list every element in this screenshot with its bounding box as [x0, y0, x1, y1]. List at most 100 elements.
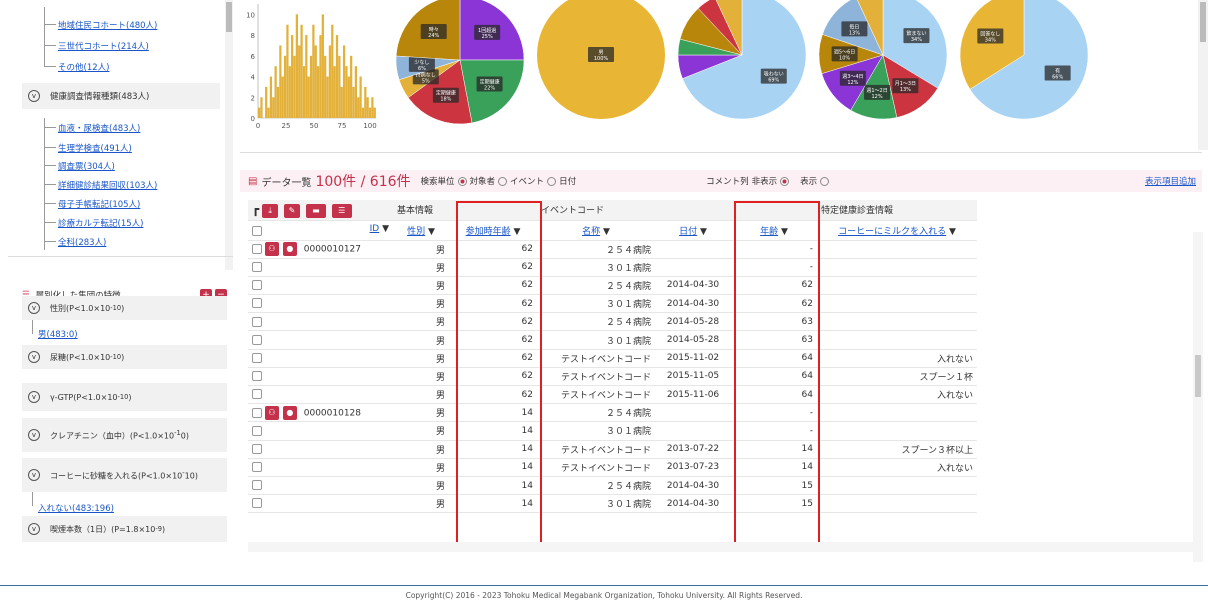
- chevron-down-icon[interactable]: v: [28, 351, 40, 363]
- list-icon[interactable]: ☰: [331, 203, 352, 218]
- tree-item[interactable]: 地域住民コホート(480人): [58, 19, 157, 31]
- pie-value-label: 12%: [847, 80, 858, 86]
- collapse-icon[interactable]: ▬: [305, 203, 326, 218]
- col-header-id[interactable]: ID ▼: [248, 220, 393, 241]
- row-checkbox[interactable]: [252, 316, 262, 327]
- corner-icon[interactable]: ┏: [252, 202, 259, 216]
- table-vscrollbar-thumb[interactable]: [1195, 355, 1201, 397]
- table-row[interactable]: 男 62 ３０１病院 -: [248, 258, 977, 277]
- row-checkbox[interactable]: [252, 389, 262, 400]
- radio-date[interactable]: [547, 176, 557, 186]
- download-icon[interactable]: ⤓: [262, 203, 279, 218]
- y-tick-label: 4: [251, 74, 256, 82]
- tree-item[interactable]: 血液・尿検査(483人): [58, 122, 140, 134]
- radio-subject[interactable]: [457, 176, 467, 186]
- table-row[interactable]: 男 62 ３０１病院 2014-05-28 63: [248, 330, 977, 350]
- tree-item[interactable]: 診療カルテ転記(15人): [58, 217, 143, 229]
- radio-comment-hide[interactable]: [780, 176, 790, 186]
- row-checkbox[interactable]: [252, 443, 262, 454]
- row-checkbox[interactable]: [252, 407, 262, 418]
- pie-value-label: 12%: [871, 94, 882, 100]
- tree-item[interactable]: 全科(283人): [58, 236, 106, 248]
- row-checkbox[interactable]: [252, 480, 262, 491]
- row-checkbox[interactable]: [252, 334, 262, 345]
- table-hscrollbar[interactable]: [248, 542, 1193, 552]
- radio-event[interactable]: [498, 176, 508, 186]
- table-row[interactable]: 男 62 テストイベントコード 2015-11-02 64 入れない: [248, 349, 977, 368]
- pie-label: 飲まない: [906, 30, 926, 37]
- tree-item[interactable]: 生理学検査(491人): [58, 142, 132, 154]
- row-checkbox[interactable]: [252, 352, 262, 363]
- histogram-bar: [283, 55, 287, 118]
- tree-item[interactable]: 詳細健診結果回収(103人): [58, 179, 157, 191]
- feature-item[interactable]: v γ-GTP(P<1.0×10 -10): [22, 383, 227, 411]
- chevron-down-icon[interactable]: v: [28, 391, 40, 403]
- tree-scrollbar[interactable]: [225, 0, 233, 270]
- histogram-chart: 02468100 25 50 75 100: [246, 4, 377, 130]
- feature-child[interactable]: 入れない(483:196): [38, 502, 114, 514]
- tree-item[interactable]: 母子手帳転記(105人): [58, 198, 140, 210]
- tree-item[interactable]: 三世代コホート(214人): [58, 40, 149, 52]
- cell-id: ⚇ ● 0000010127: [248, 240, 393, 259]
- chevron-down-icon[interactable]: v: [28, 429, 40, 441]
- row-checkbox[interactable]: [252, 371, 262, 382]
- cell-sex: 男: [393, 312, 449, 332]
- col-header-milk[interactable]: コーヒーにミルクを入れる ▼: [817, 220, 977, 241]
- table-row[interactable]: ⚇ ● 0000010128 男 14 ２５４病院 -: [248, 403, 977, 423]
- select-all-checkbox[interactable]: [252, 226, 262, 236]
- family-icon[interactable]: ⚇: [264, 405, 279, 420]
- table-row[interactable]: ⚇ ● 0000010127 男 62 ２５４病院 -: [248, 240, 977, 259]
- radio-comment-show[interactable]: [820, 176, 830, 186]
- row-checkbox[interactable]: [252, 462, 262, 473]
- row-checkbox[interactable]: [252, 280, 262, 291]
- cell-date: 2014-05-28: [655, 330, 731, 350]
- table-row[interactable]: 男 62 ２５４病院 2014-04-30 62: [248, 276, 977, 296]
- table-row[interactable]: 男 14 テストイベントコード 2013-07-22 14 スプーン３杯以上: [248, 440, 977, 459]
- row-checkbox[interactable]: [252, 498, 262, 509]
- row-checkbox[interactable]: [252, 262, 262, 273]
- tree-item[interactable]: 調査票(304人): [58, 160, 115, 172]
- col-header-sex[interactable]: 性別 ▼: [393, 220, 449, 241]
- y-tick-label: 10: [246, 11, 255, 19]
- cell-sex: 男: [393, 458, 449, 477]
- chevron-down-icon[interactable]: v: [28, 90, 40, 102]
- chevron-down-icon[interactable]: v: [28, 523, 40, 535]
- table-row[interactable]: 男 62 テストイベントコード 2015-11-05 64 スプーン１杯: [248, 367, 977, 387]
- row-checkbox[interactable]: [252, 244, 262, 255]
- row-checkbox[interactable]: [252, 425, 262, 436]
- tree-group[interactable]: v 健康調査情報種類(483人): [22, 83, 220, 109]
- table-row[interactable]: 男 62 ２５４病院 2014-05-28 63: [248, 312, 977, 332]
- col-header-date[interactable]: 日付 ▼: [655, 220, 731, 241]
- table-row[interactable]: 男 62 テストイベントコード 2015-11-06 64 入れない: [248, 385, 977, 405]
- edit-icon[interactable]: ✎: [283, 203, 300, 218]
- col-header-name[interactable]: 名称 ▼: [537, 220, 655, 241]
- chevron-down-icon[interactable]: v: [28, 469, 40, 481]
- feature-item[interactable]: v 尿糖(P<1.0×10 -10): [22, 345, 227, 369]
- table-row[interactable]: 男 14 テストイベントコード 2013-07-23 14 入れない: [248, 458, 977, 477]
- tree-item[interactable]: その他(12人): [58, 61, 109, 73]
- charts-scrollbar[interactable]: [1198, 0, 1208, 150]
- tree-scrollbar-thumb[interactable]: [226, 2, 232, 32]
- table-row[interactable]: 男 62 ３０１病院 2014-04-30 62: [248, 294, 977, 314]
- y-tick-label: 2: [251, 94, 255, 102]
- family-icon[interactable]: ⚇: [264, 242, 279, 257]
- table-row[interactable]: 男 14 ２５４病院 2014-04-30 15: [248, 476, 977, 496]
- cell-name: テストイベントコード: [537, 458, 655, 477]
- table-row[interactable]: 男 14 ３０１病院 -: [248, 421, 977, 441]
- person-icon[interactable]: ●: [282, 242, 297, 257]
- add-columns-link[interactable]: 表示項目追加: [1145, 175, 1196, 187]
- feature-item[interactable]: v 喫煙本数（1日）(P=1.8×10 -9): [22, 516, 227, 542]
- person-icon[interactable]: ●: [282, 405, 297, 420]
- feature-item[interactable]: v 性別(P<1.0×10 -10): [22, 296, 227, 320]
- cell-name: ３０１病院: [537, 294, 655, 314]
- table-row[interactable]: 男 14 ３０１病院 2014-04-30 15: [248, 494, 977, 514]
- histogram-bar: [350, 55, 353, 118]
- cell-id: [248, 458, 393, 477]
- feature-item[interactable]: v コーヒーに砂糖を入れる(P<1.0×10-10): [22, 458, 227, 492]
- histogram-bar: [291, 35, 294, 118]
- chevron-down-icon[interactable]: v: [28, 302, 40, 314]
- table-vscrollbar[interactable]: [1193, 232, 1203, 562]
- row-checkbox[interactable]: [252, 298, 262, 309]
- feature-item[interactable]: v クレアチニン（血中）(P<1.0×10-10): [22, 418, 227, 452]
- feature-child[interactable]: 男(483:0): [38, 328, 78, 340]
